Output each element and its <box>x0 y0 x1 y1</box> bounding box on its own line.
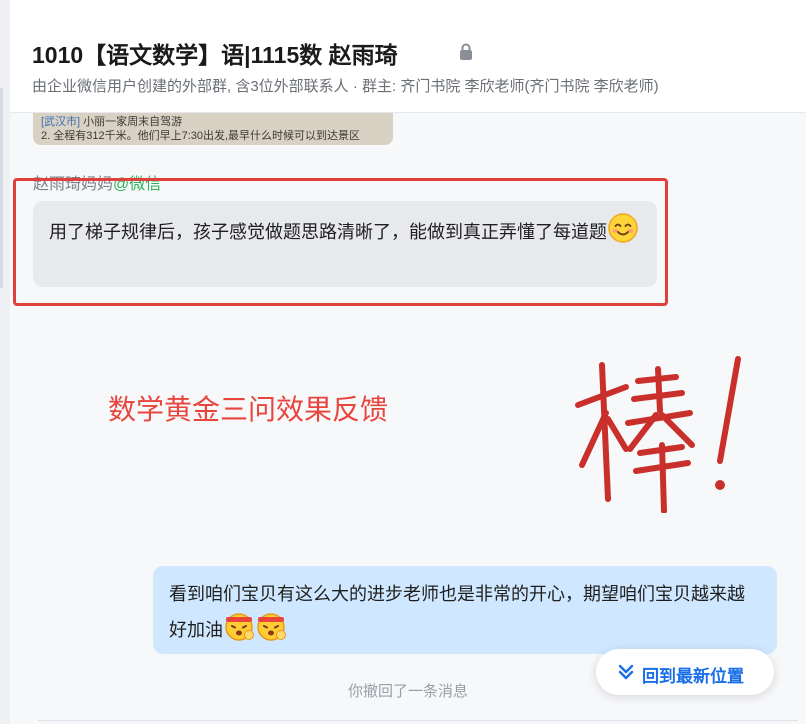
image-line1-text: 小丽一家周末自驾游 <box>80 116 183 128</box>
cheering-face-emoji-icon <box>225 613 254 641</box>
image-message-content: [武汉市] 小丽一家周末自驾游 2. 全程有312千米。他们早上7:30出发,最… <box>41 115 360 143</box>
outgoing-message-bubble[interactable]: 看到咱们宝贝有这么大的进步老师也是非常的开心，期望咱们宝贝越来越好加油 <box>153 566 777 654</box>
image-line1-tag: [武汉市] <box>41 116 81 128</box>
chat-header: 1010【语文数学】语|1115数 赵雨琦 由企业微信用户创建的外部群, 含3位… <box>10 0 806 113</box>
lock-icon[interactable] <box>459 43 473 61</box>
left-panel-edge <box>0 0 10 724</box>
message-list[interactable]: [武汉市] 小丽一家周末自驾游 2. 全程有312千米。他们早上7:30出发,最… <box>10 113 806 724</box>
double-chevron-down-icon <box>618 664 634 680</box>
highlight-box <box>13 178 668 306</box>
feedback-caption: 数学黄金三问效果反馈 <box>108 394 389 425</box>
image-line2-text: 2. 全程有312千米。他们早上7:30出发,最早什么时候可以到达景区 <box>41 130 361 142</box>
handwritten-bang-image <box>575 356 741 513</box>
cheering-face-emoji-icon <box>257 613 286 641</box>
recall-notice: 你撤回了一条消息 <box>347 683 468 700</box>
image-message[interactable]: [武汉市] 小丽一家周末自驾游 2. 全程有312千米。他们早上7:30出发,最… <box>33 113 393 145</box>
group-subtitle: 由企业微信用户创建的外部群, 含3位外部联系人 · 群主: 齐门书院 李欣老师(… <box>32 78 659 95</box>
group-title[interactable]: 1010【语文数学】语|1115数 赵雨琦 <box>32 36 398 70</box>
selected-conversation-indicator <box>0 88 3 288</box>
